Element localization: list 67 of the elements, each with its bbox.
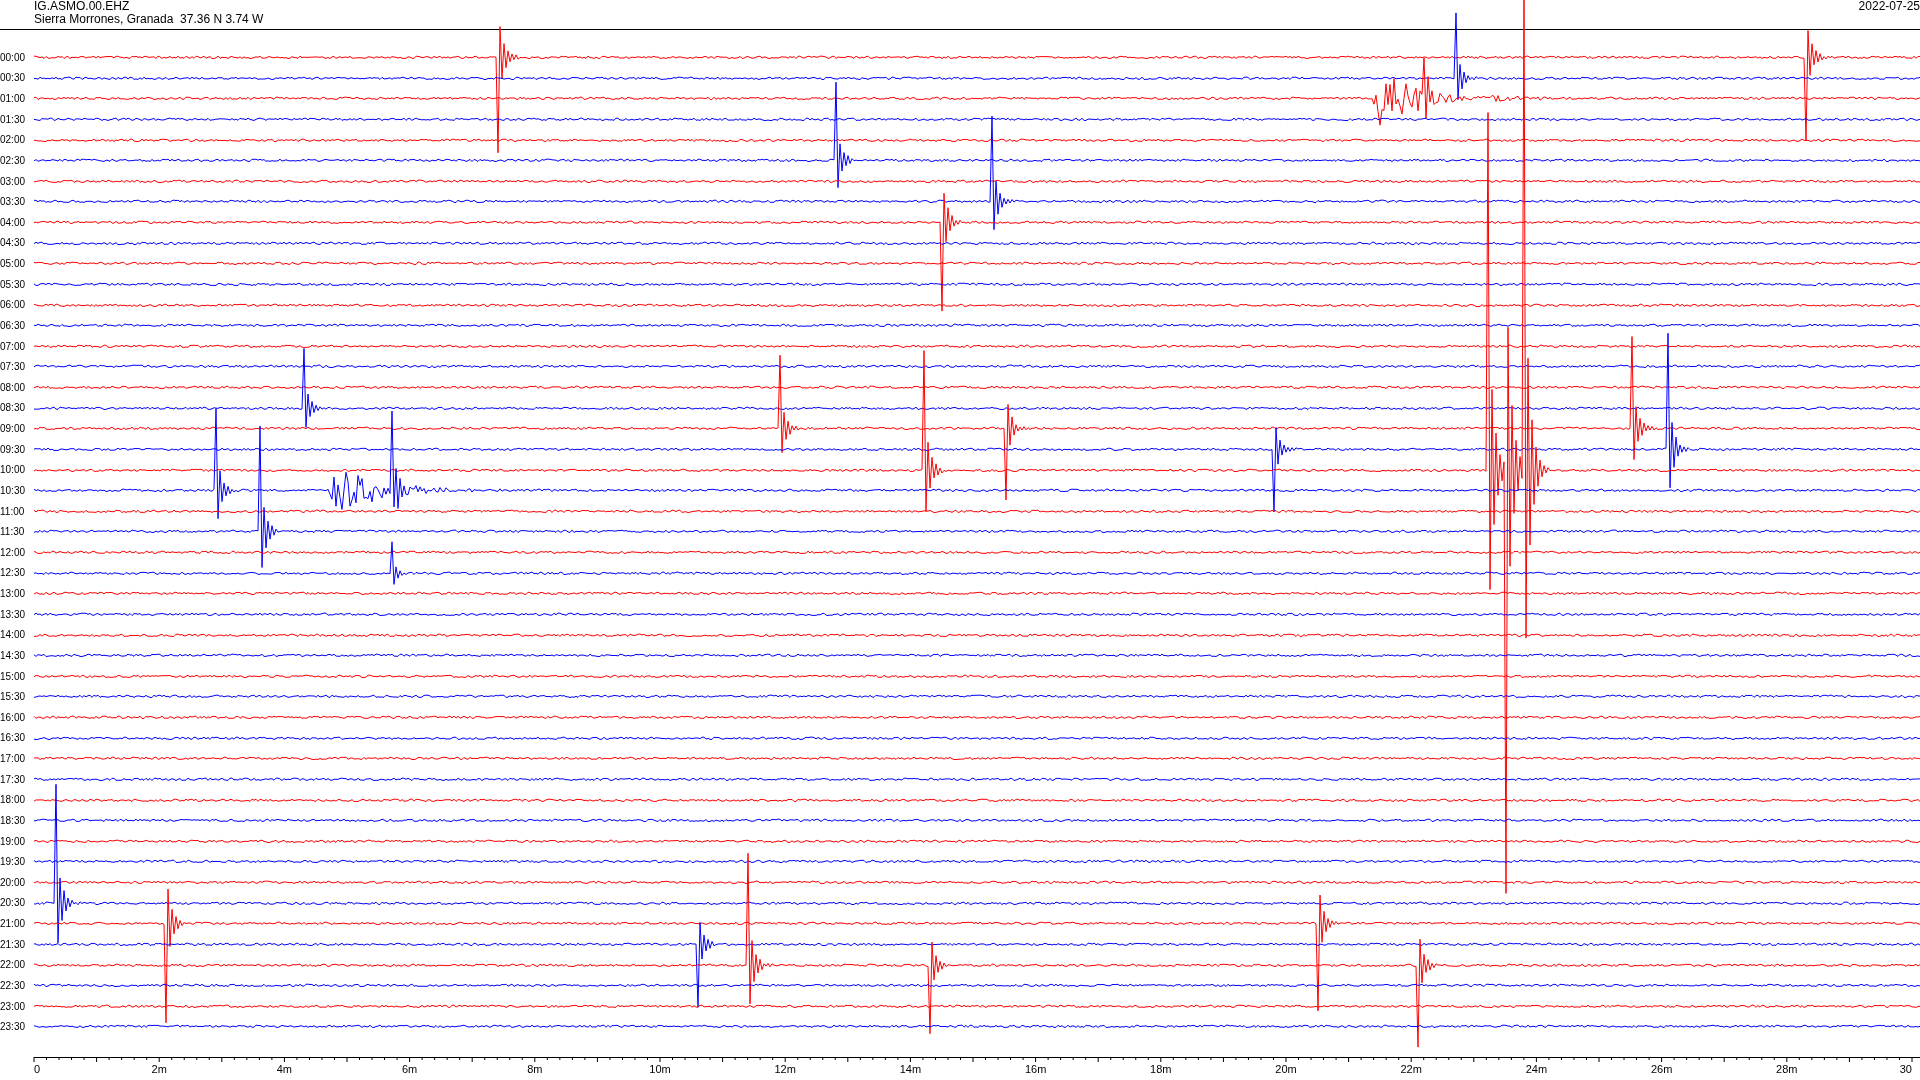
time-label: 17:30 [0, 773, 27, 785]
time-label: 02:30 [0, 154, 27, 166]
time-label: 08:00 [0, 381, 27, 393]
time-axis-label: 0 [34, 1063, 41, 1075]
time-axis-label: 4m [276, 1063, 293, 1075]
time-label: 10:30 [0, 484, 27, 496]
time-axis-label: 24m [1525, 1063, 1548, 1075]
time-axis-label: 14m [899, 1063, 922, 1075]
time-label: 07:00 [0, 340, 27, 352]
time-label: 23:30 [0, 1021, 27, 1033]
time-label: 08:30 [0, 402, 27, 414]
time-label: 19:00 [0, 835, 27, 847]
time-label: 13:00 [0, 588, 27, 600]
time-label: 00:30 [0, 72, 27, 84]
time-axis-label: 8m [527, 1063, 543, 1075]
time-label: 18:30 [0, 814, 27, 826]
time-label: 04:30 [0, 237, 27, 249]
time-label: 09:30 [0, 443, 27, 455]
time-axis-label: 28m [1776, 1063, 1798, 1075]
time-label: 03:00 [0, 175, 27, 187]
time-label: 19:30 [0, 856, 27, 868]
time-label: 12:00 [0, 546, 27, 558]
time-label: 21:30 [0, 938, 27, 950]
time-label: 13:30 [0, 608, 27, 620]
time-label: 06:30 [0, 319, 27, 331]
time-label: 01:00 [0, 93, 27, 105]
time-label: 14:30 [0, 649, 27, 661]
time-label: 09:00 [0, 423, 27, 435]
time-axis-label: 30 [1899, 1063, 1912, 1075]
time-label: 20:00 [0, 876, 27, 888]
time-label: 21:00 [0, 918, 27, 930]
station-location: Sierra Morrones, Granada 37.36 N 3.74 W [34, 13, 264, 26]
time-axis-label: 6m [401, 1063, 418, 1075]
time-label: 04:00 [0, 216, 27, 228]
time-label: 05:30 [0, 278, 27, 290]
time-label: 23:00 [0, 1000, 27, 1012]
time-label: 17:00 [0, 753, 27, 765]
time-label: 20:30 [0, 897, 27, 909]
time-label: 22:00 [0, 959, 27, 971]
time-label: 10:00 [0, 464, 27, 476]
time-label: 15:00 [0, 670, 27, 682]
time-label: 07:30 [0, 361, 27, 373]
time-label: 03:30 [0, 196, 27, 208]
time-axis-label: 26m [1650, 1063, 1673, 1075]
time-axis-label: 16m [1024, 1063, 1047, 1075]
record-date: 2022-07-25 [1858, 0, 1920, 13]
time-axis-label: 20m [1275, 1063, 1297, 1075]
time-label: 11:30 [0, 526, 26, 538]
time-axis-label: 18m [1150, 1063, 1172, 1075]
time-label: 16:00 [0, 711, 27, 723]
time-label: 06:00 [0, 299, 27, 311]
time-axis-label: 2m [151, 1063, 167, 1075]
time-label: 02:00 [0, 134, 27, 146]
time-label: 05:00 [0, 258, 27, 270]
time-axis-label: 22m [1400, 1063, 1422, 1075]
time-label: 15:30 [0, 691, 27, 703]
time-label: 00:00 [0, 51, 27, 63]
time-label: 01:30 [0, 113, 27, 125]
time-label: 18:00 [0, 794, 27, 806]
time-axis-label: 12m [774, 1063, 796, 1075]
time-label: 14:00 [0, 629, 27, 641]
time-label: 12:30 [0, 567, 27, 579]
time-axis-label: 10m [649, 1063, 671, 1075]
time-label: 11:00 [0, 505, 26, 517]
time-label: 16:30 [0, 732, 27, 744]
time-label: 22:30 [0, 979, 27, 991]
station-code: IG.ASMO.00.EHZ [34, 0, 131, 13]
